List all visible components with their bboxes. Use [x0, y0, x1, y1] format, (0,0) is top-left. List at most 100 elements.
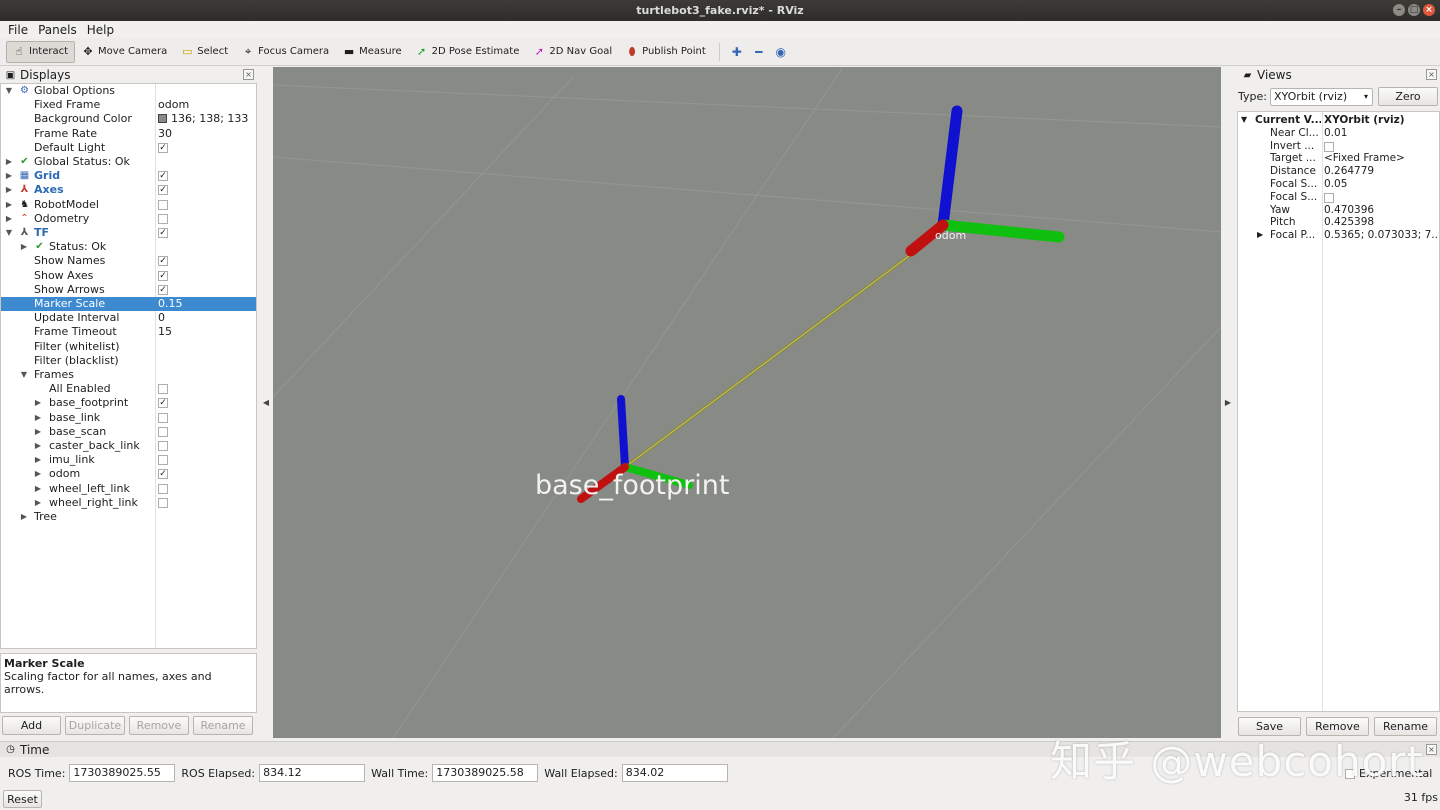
collapse-arrow-icon[interactable]: ▼: [19, 368, 29, 382]
tree-row-background-color[interactable]: Background Color 136; 138; 133: [1, 112, 256, 126]
close-panel-icon[interactable]: ×: [1426, 69, 1437, 80]
tree-row-default-light[interactable]: Default Light ✓: [1, 141, 256, 155]
checkbox[interactable]: ✓: [158, 185, 168, 196]
rename-button[interactable]: Rename: [193, 716, 253, 735]
left-splitter-handle[interactable]: ◀: [258, 67, 274, 738]
view-row-focal-shape-size[interactable]: Focal S... 0.05: [1238, 178, 1439, 191]
checkbox[interactable]: [158, 455, 168, 466]
expand-arrow-icon[interactable]: ▶: [33, 396, 43, 410]
checkbox[interactable]: ✓: [158, 171, 168, 182]
tree-row-frame-base-scan[interactable]: ▶ base_scan: [1, 425, 256, 439]
checkbox[interactable]: [158, 213, 168, 224]
tree-row-frame-rate[interactable]: Frame Rate 30: [1, 127, 256, 141]
tree-row-fixed-frame[interactable]: Fixed Frame odom: [1, 98, 256, 112]
view-row-focal-shape-fixed[interactable]: Focal S...: [1238, 191, 1439, 204]
duplicate-button[interactable]: Duplicate: [65, 716, 125, 735]
collapse-arrow-icon[interactable]: ▼: [4, 226, 14, 240]
tree-row-frame-wheel-left-link[interactable]: ▶ wheel_left_link: [1, 482, 256, 496]
measure-tool-button[interactable]: ▬ Measure: [336, 41, 409, 63]
interact-tool-button[interactable]: ☝ Interact: [6, 40, 76, 63]
row-value[interactable]: 30: [158, 127, 172, 141]
select-tool-button[interactable]: ▭ Select: [174, 41, 235, 63]
expand-arrow-icon[interactable]: ▶: [1257, 229, 1263, 242]
tree-row-global-options[interactable]: ▼ ⚙ Global Options: [1, 84, 256, 98]
tree-row-filter-whitelist[interactable]: Filter (whitelist): [1, 340, 256, 354]
prop-value[interactable]: 0.264779: [1324, 165, 1437, 178]
tree-row-robotmodel[interactable]: ▶ ♞ RobotModel: [1, 198, 256, 212]
checkbox[interactable]: [158, 199, 168, 210]
expand-arrow-icon[interactable]: ▶: [19, 510, 29, 524]
checkbox[interactable]: ✓: [158, 398, 168, 409]
tree-row-marker-scale[interactable]: Marker Scale 0.15: [1, 297, 256, 312]
view-row-distance[interactable]: Distance 0.264779: [1238, 165, 1439, 178]
nav-goal-tool-button[interactable]: ➚ 2D Nav Goal: [526, 41, 619, 63]
wall-time-field[interactable]: 1730389025.58: [432, 764, 539, 782]
tool-properties-icon[interactable]: ◉: [770, 41, 792, 63]
menu-file[interactable]: File: [3, 23, 33, 37]
tree-row-tree[interactable]: ▶ Tree: [1, 510, 256, 524]
checkbox[interactable]: [158, 483, 168, 494]
expand-arrow-icon[interactable]: ▶: [33, 439, 43, 453]
prop-value[interactable]: 0.470396: [1324, 204, 1437, 217]
expand-arrow-icon[interactable]: ▶: [33, 482, 43, 496]
view-row-current-view[interactable]: ▼ Current V... XYOrbit (rviz): [1238, 114, 1439, 127]
checkbox[interactable]: [158, 441, 168, 451]
right-splitter-handle[interactable]: ▶: [1220, 67, 1236, 738]
tree-row-axes[interactable]: ▶ ⅄ Axes ✓: [1, 183, 256, 197]
expand-arrow-icon[interactable]: ▶: [33, 496, 43, 510]
expand-arrow-icon[interactable]: ▶: [33, 411, 43, 425]
expand-arrow-icon[interactable]: ▶: [4, 212, 14, 226]
prop-value[interactable]: 0.01: [1324, 127, 1437, 140]
tree-row-filter-blacklist[interactable]: Filter (blacklist): [1, 354, 256, 368]
remove-tool-icon[interactable]: ━: [748, 41, 770, 63]
tree-row-grid[interactable]: ▶ ▦ Grid ✓: [1, 169, 256, 183]
view-row-focal-point[interactable]: ▶ Focal P... 0.5365; 0.073033; 7....: [1238, 229, 1439, 242]
prop-value[interactable]: <Fixed Frame>: [1324, 152, 1437, 165]
menu-panels[interactable]: Panels: [33, 23, 82, 37]
tree-row-frame-caster-back-link[interactable]: ▶ caster_back_link: [1, 439, 256, 453]
checkbox[interactable]: ✓: [158, 256, 168, 267]
add-tool-icon[interactable]: ✚: [726, 41, 748, 63]
checkbox[interactable]: ✓: [158, 284, 168, 295]
close-panel-icon[interactable]: ×: [1426, 744, 1437, 755]
row-value[interactable]: 15: [158, 325, 172, 339]
publish-point-tool-button[interactable]: ⬮ Publish Point: [619, 41, 713, 63]
wall-elapsed-field[interactable]: 834.02: [621, 764, 728, 782]
reset-button[interactable]: Reset: [3, 790, 42, 808]
zero-button[interactable]: Zero: [1378, 87, 1438, 106]
collapse-left-icon[interactable]: ◀: [263, 398, 269, 407]
checkbox[interactable]: ✓: [158, 270, 168, 281]
tree-row-show-arrows[interactable]: Show Arrows ✓: [1, 283, 256, 297]
collapse-arrow-icon[interactable]: ▼: [1241, 114, 1247, 127]
prop-value[interactable]: 0.5365; 0.073033; 7....: [1324, 229, 1437, 242]
tree-row-show-names[interactable]: Show Names ✓: [1, 254, 256, 268]
checkbox[interactable]: [1324, 192, 1334, 203]
tree-row-frame-base-footprint[interactable]: ▶ base_footprint ✓: [1, 396, 256, 410]
expand-arrow-icon[interactable]: ▶: [33, 453, 43, 467]
tree-row-tf[interactable]: ▼ ⅄ TF ✓: [1, 226, 256, 240]
expand-arrow-icon[interactable]: ▶: [4, 155, 14, 169]
tree-row-frame-wheel-right-link[interactable]: ▶ wheel_right_link: [1, 496, 256, 510]
tree-row-frame-base-link[interactable]: ▶ base_link: [1, 411, 256, 425]
checkbox[interactable]: ✓: [158, 228, 168, 238]
pose-estimate-tool-button[interactable]: ➚ 2D Pose Estimate: [409, 41, 527, 63]
checkbox[interactable]: [1324, 141, 1334, 152]
checkbox[interactable]: [158, 384, 168, 395]
tree-row-global-status[interactable]: ▶ ✔ Global Status: Ok: [1, 155, 256, 169]
checkbox[interactable]: ✓: [158, 469, 168, 480]
row-value[interactable]: 136; 138; 133: [158, 112, 248, 126]
checkbox[interactable]: [158, 412, 168, 423]
tree-row-update-interval[interactable]: Update Interval 0: [1, 311, 256, 325]
prop-value[interactable]: 0.425398: [1324, 216, 1437, 229]
tree-row-show-axes[interactable]: Show Axes ✓: [1, 269, 256, 283]
expand-arrow-icon[interactable]: ▶: [33, 425, 43, 439]
minimize-icon[interactable]: –: [1393, 4, 1405, 16]
row-value[interactable]: 0.15: [158, 297, 183, 311]
view-row-target-frame[interactable]: Target ... <Fixed Frame>: [1238, 152, 1439, 165]
tree-row-odometry[interactable]: ▶ ⌃ Odometry: [1, 212, 256, 226]
tree-row-frame-odom[interactable]: ▶ odom ✓: [1, 467, 256, 481]
collapse-right-icon[interactable]: ▶: [1225, 398, 1231, 407]
prop-value[interactable]: 0.05: [1324, 178, 1437, 191]
view-row-yaw[interactable]: Yaw 0.470396: [1238, 204, 1439, 217]
expand-arrow-icon[interactable]: ▼: [4, 84, 14, 98]
